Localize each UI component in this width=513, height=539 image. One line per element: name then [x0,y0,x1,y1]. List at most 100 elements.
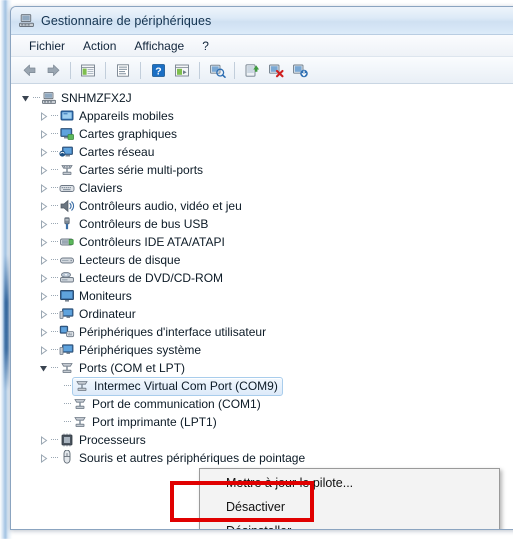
context-menu-item-uninstall[interactable]: Désinstaller [200,519,499,529]
processor-icon [61,433,73,447]
tree-root-label: SNHMZFX2J [61,91,132,105]
dvd-drive-icon [60,272,74,283]
tree-node-hid[interactable]: Périphériques d'interface utilisateur [11,323,513,341]
tree-node-system-devices[interactable]: Périphériques système [11,341,513,359]
expander-collapsed-icon[interactable] [37,197,50,215]
computer-node-icon [59,308,74,319]
tree-node-usb-controllers[interactable]: Contrôleurs de bus USB [11,215,513,233]
expander-collapsed-icon[interactable] [37,323,50,341]
tree-connector [63,413,72,431]
uninstall-device-button[interactable] [265,59,287,81]
tree-node-intermec-virtual-com-port[interactable]: Intermec Virtual Com Port (COM9) [11,376,513,396]
sound-video-game-icon [60,199,75,213]
tree-node-disk-drives[interactable]: Lecteurs de disque [11,251,513,269]
tree-connector [50,197,59,215]
tree-node-printer-port[interactable]: Port imprimante (LPT1) [11,413,513,431]
ports-icon [61,363,73,373]
tree-connector [50,323,59,341]
tree-node-label: Souris et autres périphériques de pointa… [79,451,306,465]
tree-connector [50,431,59,449]
tree-root-row[interactable]: SNHMZFX2J [11,89,513,107]
expander-collapsed-icon[interactable] [37,161,50,179]
help-button[interactable]: ? [147,59,169,81]
update-driver-icon [245,63,260,77]
scan-hardware-changes-icon [209,64,226,78]
menu-help[interactable]: ? [193,38,218,54]
enable-device-button[interactable] [289,59,311,81]
view-icon [175,64,189,76]
menu-affichage[interactable]: Affichage [125,38,193,54]
port-icon [74,417,86,427]
expander-collapsed-icon[interactable] [37,251,50,269]
mobile-device-icon [60,110,74,121]
expander-collapsed-icon[interactable] [37,305,50,323]
tree-connector [50,359,59,377]
tree-node-display-adapters[interactable]: Cartes graphiques [11,125,513,143]
properties-icon [117,63,129,77]
tree-node-keyboards[interactable]: Claviers [11,179,513,197]
enable-device-icon [293,64,308,77]
menu-action[interactable]: Action [74,38,125,54]
update-driver-button[interactable] [241,59,263,81]
tree-node-monitors[interactable]: Moniteurs [11,287,513,305]
toolbar-separator-1 [70,61,71,79]
computer-icon [42,92,56,104]
expander-collapsed-icon[interactable] [37,449,50,467]
forward-button[interactable] [42,59,64,81]
scan-hardware-button[interactable] [206,59,228,81]
context-menu[interactable]: Mettre à jour le pilote... Désactiver Dé… [199,468,500,529]
keyboard-icon [59,185,75,192]
tree-node-computer[interactable]: Ordinateur [11,305,513,323]
expander-collapsed-icon[interactable] [37,215,50,233]
expander-collapsed-icon[interactable] [37,107,50,125]
tree-node-mobile-devices[interactable]: Appareils mobiles [11,107,513,125]
menu-bar: Fichier Action Affichage ? [11,35,513,57]
expander-collapsed-icon[interactable] [37,341,50,359]
tree-node-ports[interactable]: Ports (COM et LPT) [11,359,513,377]
tree-node-communication-port[interactable]: Port de communication (COM1) [11,395,513,413]
expander-collapsed-icon[interactable] [37,233,50,251]
tree-connector [50,107,59,125]
tree-node-multiport-serial[interactable]: Cartes série multi-ports [11,161,513,179]
expander-expanded-icon[interactable] [37,359,50,377]
console-tree-button[interactable] [77,59,99,81]
menu-fichier[interactable]: Fichier [20,38,74,54]
context-menu-item-update-driver[interactable]: Mettre à jour le pilote... [200,471,499,495]
tree-node-label: Intermec Virtual Com Port (COM9) [94,379,278,393]
tree-node-mice-pointing-devices[interactable]: Souris et autres périphériques de pointa… [11,449,513,467]
disk-drive-icon [60,257,74,264]
device-tree[interactable]: SNHMZFX2J Appareils mobiles Cartes graph… [11,84,513,529]
tree-node-processors[interactable]: Processeurs [11,431,513,449]
tree-node-network-adapters[interactable]: Cartes réseau [11,143,513,161]
properties-button[interactable] [112,59,134,81]
svg-text:?: ? [155,65,161,77]
tree-connector [50,269,59,287]
view-button[interactable] [171,59,193,81]
title-bar[interactable]: Gestionnaire de périphériques [11,7,513,35]
show-hide-console-tree-icon [81,64,95,76]
expander-expanded-icon[interactable] [19,89,32,107]
tree-node-dvd-drives[interactable]: Lecteurs de DVD/CD-ROM [11,269,513,287]
expander-collapsed-icon[interactable] [37,287,50,305]
toolbar-separator-2 [105,61,106,79]
expander-collapsed-icon[interactable] [37,431,50,449]
expander-collapsed-icon[interactable] [37,179,50,197]
tree-node-ide-controllers[interactable]: Contrôleurs IDE ATA/ATAPI [11,233,513,251]
expander-collapsed-icon[interactable] [37,269,50,287]
tree-node-label: Processeurs [79,433,146,447]
tree-connector [50,287,59,305]
ide-controller-icon [60,238,74,246]
tree-node-label: Appareils mobiles [79,109,174,123]
toolbar-separator-4 [199,61,200,79]
tree-node-label: Contrôleurs audio, vidéo et jeu [79,199,242,213]
tree-node-label: Port imprimante (LPT1) [92,415,217,429]
toolbar: ? [11,57,513,84]
expander-collapsed-icon[interactable] [37,143,50,161]
tree-node-label: Lecteurs de disque [79,253,181,267]
tree-node-sound-video-game[interactable]: Contrôleurs audio, vidéo et jeu [11,197,513,215]
tree-node-label: Cartes graphiques [79,127,178,141]
back-button[interactable] [18,59,40,81]
toolbar-separator-5 [234,61,235,79]
expander-collapsed-icon[interactable] [37,125,50,143]
context-menu-item-disable[interactable]: Désactiver [200,495,499,519]
